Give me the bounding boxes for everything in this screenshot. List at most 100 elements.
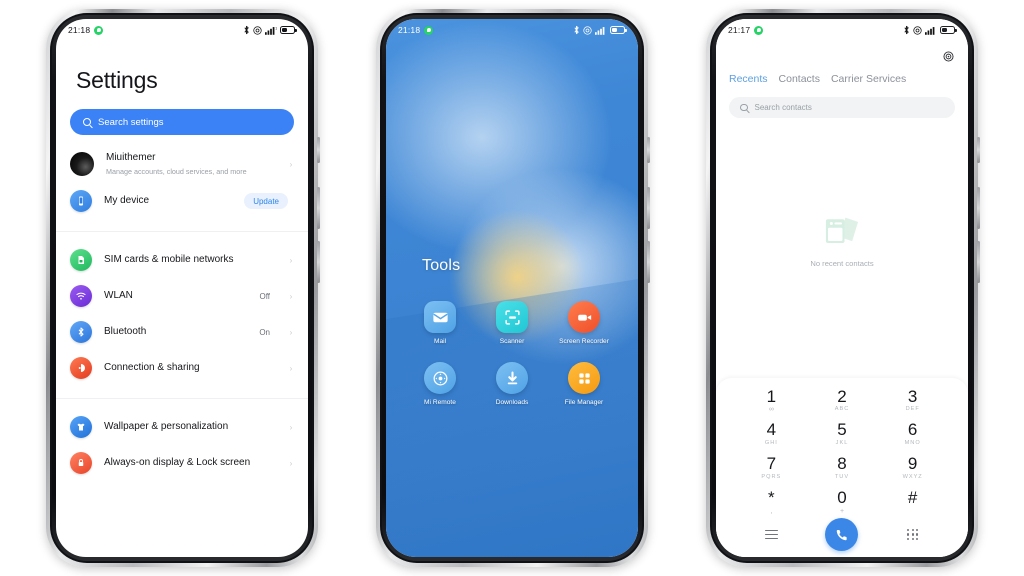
dial-key-7[interactable]: 7 PQRS xyxy=(736,453,807,482)
dial-key-digit: 2 xyxy=(837,386,847,406)
side-button-volume-up[interactable] xyxy=(647,187,650,229)
side-button-power[interactable] xyxy=(317,137,320,163)
app-label: Mi Remote xyxy=(424,399,456,407)
tab-carrier-services[interactable]: Carrier Services xyxy=(831,73,906,85)
update-badge[interactable]: Update xyxy=(244,193,288,209)
search-placeholder: Search contacts xyxy=(754,103,812,112)
chevron-right-icon: › xyxy=(289,458,293,468)
tab-recents[interactable]: Recents xyxy=(729,73,768,85)
status-bar-clock: 21:18 xyxy=(68,25,91,35)
dial-key-4[interactable]: 4 GHI xyxy=(736,419,807,448)
dial-key-1[interactable]: 1 ∞ xyxy=(736,386,807,415)
empty-state-text: No recent contacts xyxy=(810,258,874,268)
sidebar-item-connection-sharing[interactable]: Connection & sharing › xyxy=(56,350,308,386)
list-item-title: Bluetooth xyxy=(104,325,147,337)
sidebar-item-sim-cards[interactable]: SIM cards & mobile networks › xyxy=(56,242,308,278)
app-icon-mail[interactable]: Mail xyxy=(404,301,476,346)
phone-screen: 21:18 Tools Mail Scanner Screen Recorder… xyxy=(386,19,638,557)
dnd-icon xyxy=(913,25,922,35)
sidebar-item-my-device[interactable]: My device Update xyxy=(56,183,308,219)
status-bar-right xyxy=(573,25,627,35)
dial-key-9[interactable]: 9 WXYZ xyxy=(877,453,948,482)
dial-key-letters: DEF xyxy=(905,406,920,413)
side-button-volume-down[interactable] xyxy=(977,241,980,283)
dial-key-letters: ∞ xyxy=(768,406,774,414)
side-button-volume-up[interactable] xyxy=(317,187,320,229)
call-button[interactable] xyxy=(807,518,878,551)
list-item-title: Wallpaper & personalization xyxy=(104,420,229,432)
keypad-toggle-button[interactable] xyxy=(877,529,948,540)
battery-icon xyxy=(280,26,297,34)
sidebar-item-wlan[interactable]: WLAN Off › xyxy=(56,278,308,314)
app-icon-file-manager[interactable]: File Manager xyxy=(548,362,620,407)
dial-key-star[interactable]: *, xyxy=(736,487,807,516)
app-icon-downloads[interactable]: Downloads xyxy=(476,362,548,407)
list-item-text: Connection & sharing xyxy=(104,362,276,375)
battery-icon xyxy=(610,26,627,34)
side-button-power[interactable] xyxy=(647,137,650,163)
dialer-app: 21:17 Recents Contacts Carrier Services … xyxy=(716,19,968,557)
app-label: Downloads xyxy=(495,399,529,407)
app-icon-mi-remote[interactable]: Mi Remote xyxy=(404,362,476,407)
search-settings-input[interactable]: Search settings xyxy=(70,109,294,135)
app-icon-screen-recorder[interactable]: Screen Recorder xyxy=(548,301,620,346)
bluetooth-icon xyxy=(574,25,579,35)
dial-key-digit: 5 xyxy=(837,420,847,440)
dial-key-letters: PQRS xyxy=(761,474,782,481)
dialer-header: Recents Contacts Carrier Services Search… xyxy=(716,41,968,118)
page-title: Settings xyxy=(76,67,158,93)
dial-key-hash[interactable]: # xyxy=(877,487,948,516)
settings-group-connectivity: SIM cards & mobile networks › WLAN Off › xyxy=(56,231,308,386)
download-icon xyxy=(496,362,528,395)
status-bar-right xyxy=(903,25,957,35)
dial-key-letters: GHI xyxy=(764,440,778,447)
list-item-text: Miuithemer Manage accounts, cloud servic… xyxy=(106,152,276,176)
app-label: File Manager xyxy=(564,399,604,407)
list-item-text: Always-on display & Lock screen xyxy=(104,457,276,470)
folder-title: Tools xyxy=(422,257,461,274)
mail-icon xyxy=(424,301,456,333)
sidebar-item-miuithemer[interactable]: Miuithemer Manage accounts, cloud servic… xyxy=(56,145,308,183)
signal-icon xyxy=(595,26,605,35)
whatsapp-notification-icon xyxy=(94,25,104,35)
chevron-right-icon: › xyxy=(289,159,293,169)
dial-key-2[interactable]: 2 ABC xyxy=(807,386,878,415)
dial-key-letters: WXYZ xyxy=(902,474,923,481)
chevron-right-icon: › xyxy=(289,422,293,432)
side-button-volume-down[interactable] xyxy=(317,241,320,283)
chevron-right-icon: › xyxy=(289,363,293,373)
list-item-value: Off xyxy=(259,291,270,301)
dial-key-8[interactable]: 8 TUV xyxy=(807,453,878,482)
chevron-right-icon: › xyxy=(289,327,293,337)
side-button-power[interactable] xyxy=(977,137,980,163)
app-icon-scanner[interactable]: Scanner xyxy=(476,301,548,346)
app-label: Screen Recorder xyxy=(559,338,609,345)
sidebar-item-always-on-display[interactable]: Always-on display & Lock screen › xyxy=(56,445,308,481)
side-button-volume-down[interactable] xyxy=(647,241,650,283)
sidebar-item-bluetooth[interactable]: Bluetooth On › xyxy=(56,314,308,350)
list-item-title: Connection & sharing xyxy=(104,361,200,373)
list-item-subtitle: Manage accounts, cloud services, and mor… xyxy=(106,166,247,176)
dial-key-3[interactable]: 3 DEF xyxy=(877,386,948,415)
status-bar-clock: 21:18 xyxy=(398,25,421,35)
menu-button[interactable] xyxy=(736,528,807,542)
gear-icon[interactable] xyxy=(942,50,955,63)
chevron-right-icon: › xyxy=(289,291,293,301)
lock-icon xyxy=(70,452,92,474)
dial-key-letters: JKL xyxy=(835,440,849,447)
tab-contacts[interactable]: Contacts xyxy=(779,73,820,85)
dial-key-0[interactable]: 0 + xyxy=(807,487,878,516)
list-item-text: My device xyxy=(104,195,232,208)
dialer-tabs: Recents Contacts Carrier Services xyxy=(716,41,968,85)
dial-key-6[interactable]: 6 MNO xyxy=(877,419,948,448)
empty-state: No recent contacts xyxy=(716,118,968,378)
search-icon xyxy=(740,103,748,112)
side-button-volume-up[interactable] xyxy=(977,187,980,229)
list-item-title: Always-on display & Lock screen xyxy=(104,456,251,468)
sidebar-item-wallpaper[interactable]: Wallpaper & personalization › xyxy=(56,409,308,445)
settings-group-personalization: Wallpaper & personalization › Always-on … xyxy=(56,398,308,481)
dial-key-letters xyxy=(877,508,948,515)
call-icon xyxy=(825,518,859,551)
dial-key-5[interactable]: 5 JKL xyxy=(807,419,878,448)
search-contacts-input[interactable]: Search contacts xyxy=(729,97,955,118)
